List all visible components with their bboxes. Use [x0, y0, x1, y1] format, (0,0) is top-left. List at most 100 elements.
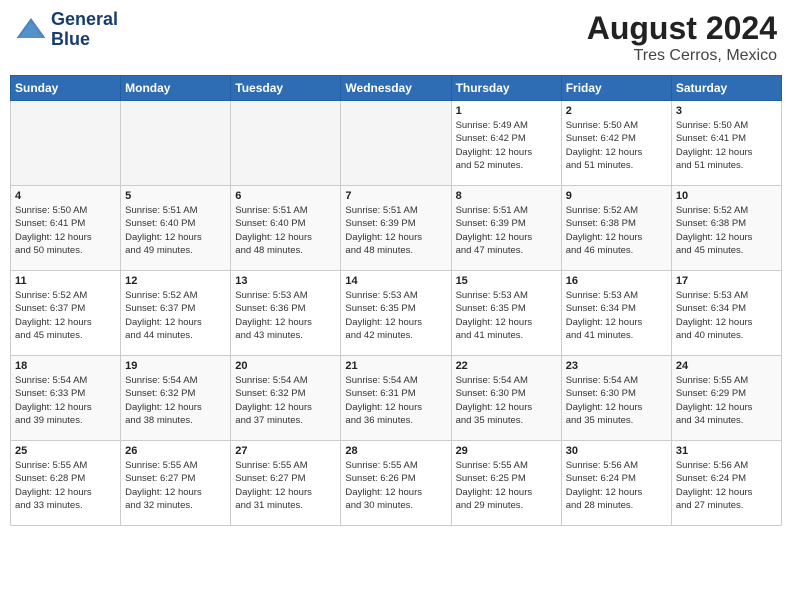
day-info: Sunrise: 5:51 AM Sunset: 6:39 PM Dayligh…	[456, 204, 557, 257]
day-info: Sunrise: 5:52 AM Sunset: 6:37 PM Dayligh…	[15, 289, 116, 342]
day-number: 17	[676, 275, 777, 287]
calendar-day-18: 18Sunrise: 5:54 AM Sunset: 6:33 PM Dayli…	[11, 356, 121, 441]
day-info: Sunrise: 5:49 AM Sunset: 6:42 PM Dayligh…	[456, 119, 557, 172]
day-number: 19	[125, 360, 226, 372]
day-info: Sunrise: 5:50 AM Sunset: 6:42 PM Dayligh…	[566, 119, 667, 172]
day-info: Sunrise: 5:54 AM Sunset: 6:30 PM Dayligh…	[456, 374, 557, 427]
day-number: 7	[345, 190, 446, 202]
day-info: Sunrise: 5:52 AM Sunset: 6:38 PM Dayligh…	[566, 204, 667, 257]
day-info: Sunrise: 5:53 AM Sunset: 6:34 PM Dayligh…	[676, 289, 777, 342]
calendar-day-7: 7 Sunrise: 5:51 AM Sunset: 6:39 PM Daylig…	[341, 186, 451, 271]
day-number: 3	[676, 105, 777, 117]
day-number: 6	[235, 190, 336, 202]
calendar-day-1: 1 Sunrise: 5:49 AM Sunset: 6:42 PM Daylig…	[451, 101, 561, 186]
day-number: 30	[566, 445, 667, 457]
weekday-header-tuesday: Tuesday	[231, 76, 341, 101]
logo-icon	[15, 14, 47, 46]
day-number: 1	[456, 105, 557, 117]
weekday-header-monday: Monday	[121, 76, 231, 101]
day-number: 23	[566, 360, 667, 372]
day-number: 15	[456, 275, 557, 287]
day-number: 21	[345, 360, 446, 372]
logo-text: General Blue	[51, 10, 118, 50]
day-info: Sunrise: 5:52 AM Sunset: 6:37 PM Dayligh…	[125, 289, 226, 342]
day-info: Sunrise: 5:55 AM Sunset: 6:27 PM Dayligh…	[125, 459, 226, 512]
calendar-week-row: 4 Sunrise: 5:50 AM Sunset: 6:41 PM Daylig…	[11, 186, 782, 271]
day-number: 16	[566, 275, 667, 287]
day-info: Sunrise: 5:50 AM Sunset: 6:41 PM Dayligh…	[15, 204, 116, 257]
calendar-day-22: 22 Sunrise: 5:54 AM Sunset: 6:30 PM Dayli…	[451, 356, 561, 441]
day-info: Sunrise: 5:53 AM Sunset: 6:35 PM Dayligh…	[345, 289, 446, 342]
day-number: 14	[345, 275, 446, 287]
day-info: Sunrise: 5:54 AM Sunset: 6:32 PM Dayligh…	[125, 374, 226, 427]
day-info: Sunrise: 5:56 AM Sunset: 6:24 PM Dayligh…	[566, 459, 667, 512]
calendar-day-26: 26 Sunrise: 5:55 AM Sunset: 6:27 PM Dayli…	[121, 441, 231, 526]
calendar-day-25: 25 Sunrise: 5:55 AM Sunset: 6:28 PM Dayli…	[11, 441, 121, 526]
day-number: 22	[456, 360, 557, 372]
day-number: 13	[235, 275, 336, 287]
day-info: Sunrise: 5:55 AM Sunset: 6:28 PM Dayligh…	[15, 459, 116, 512]
day-number: 31	[676, 445, 777, 457]
calendar-week-row: 18Sunrise: 5:54 AM Sunset: 6:33 PM Dayli…	[11, 356, 782, 441]
day-info: Sunrise: 5:54 AM Sunset: 6:33 PM Dayligh…	[15, 374, 116, 427]
calendar-day-21: 21 Sunrise: 5:54 AM Sunset: 6:31 PM Dayli…	[341, 356, 451, 441]
weekday-header-friday: Friday	[561, 76, 671, 101]
calendar-day-31: 31 Sunrise: 5:56 AM Sunset: 6:24 PM Dayli…	[671, 441, 781, 526]
day-number: 12	[125, 275, 226, 287]
calendar-day-12: 12 Sunrise: 5:52 AM Sunset: 6:37 PM Dayli…	[121, 271, 231, 356]
day-info: Sunrise: 5:51 AM Sunset: 6:39 PM Dayligh…	[345, 204, 446, 257]
weekday-header-saturday: Saturday	[671, 76, 781, 101]
calendar-day-11: 11Sunrise: 5:52 AM Sunset: 6:37 PM Dayli…	[11, 271, 121, 356]
day-number: 25	[15, 445, 116, 457]
calendar-day-3: 3Sunrise: 5:50 AM Sunset: 6:41 PM Daylig…	[671, 101, 781, 186]
day-number: 5	[125, 190, 226, 202]
day-number: 24	[676, 360, 777, 372]
calendar-week-row: 11Sunrise: 5:52 AM Sunset: 6:37 PM Dayli…	[11, 271, 782, 356]
day-info: Sunrise: 5:56 AM Sunset: 6:24 PM Dayligh…	[676, 459, 777, 512]
day-number: 27	[235, 445, 336, 457]
calendar-day-23: 23 Sunrise: 5:54 AM Sunset: 6:30 PM Dayli…	[561, 356, 671, 441]
calendar-day-28: 28 Sunrise: 5:55 AM Sunset: 6:26 PM Dayli…	[341, 441, 451, 526]
weekday-header-wednesday: Wednesday	[341, 76, 451, 101]
calendar-week-row: 25 Sunrise: 5:55 AM Sunset: 6:28 PM Dayli…	[11, 441, 782, 526]
calendar-day-6: 6Sunrise: 5:51 AM Sunset: 6:40 PM Daylig…	[231, 186, 341, 271]
calendar-day-27: 27 Sunrise: 5:55 AM Sunset: 6:27 PM Dayli…	[231, 441, 341, 526]
calendar-day-empty	[121, 101, 231, 186]
day-info: Sunrise: 5:55 AM Sunset: 6:27 PM Dayligh…	[235, 459, 336, 512]
day-info: Sunrise: 5:54 AM Sunset: 6:31 PM Dayligh…	[345, 374, 446, 427]
calendar-day-20: 20 Sunrise: 5:54 AM Sunset: 6:32 PM Dayli…	[231, 356, 341, 441]
calendar-day-empty	[11, 101, 121, 186]
day-info: Sunrise: 5:53 AM Sunset: 6:35 PM Dayligh…	[456, 289, 557, 342]
calendar-day-8: 8Sunrise: 5:51 AM Sunset: 6:39 PM Daylig…	[451, 186, 561, 271]
title-block: August 2024 Tres Cerros, Mexico	[587, 10, 777, 65]
day-info: Sunrise: 5:53 AM Sunset: 6:36 PM Dayligh…	[235, 289, 336, 342]
calendar-day-14: 14 Sunrise: 5:53 AM Sunset: 6:35 PM Dayli…	[341, 271, 451, 356]
day-number: 26	[125, 445, 226, 457]
day-info: Sunrise: 5:52 AM Sunset: 6:38 PM Dayligh…	[676, 204, 777, 257]
day-number: 29	[456, 445, 557, 457]
calendar-day-19: 19 Sunrise: 5:54 AM Sunset: 6:32 PM Dayli…	[121, 356, 231, 441]
day-number: 4	[15, 190, 116, 202]
calendar-day-5: 5 Sunrise: 5:51 AM Sunset: 6:40 PM Daylig…	[121, 186, 231, 271]
calendar-day-13: 13 Sunrise: 5:53 AM Sunset: 6:36 PM Dayli…	[231, 271, 341, 356]
day-info: Sunrise: 5:54 AM Sunset: 6:32 PM Dayligh…	[235, 374, 336, 427]
day-info: Sunrise: 5:55 AM Sunset: 6:25 PM Dayligh…	[456, 459, 557, 512]
calendar-day-empty	[231, 101, 341, 186]
calendar-day-15: 15 Sunrise: 5:53 AM Sunset: 6:35 PM Dayli…	[451, 271, 561, 356]
day-number: 2	[566, 105, 667, 117]
day-info: Sunrise: 5:55 AM Sunset: 6:26 PM Dayligh…	[345, 459, 446, 512]
day-number: 9	[566, 190, 667, 202]
calendar-day-29: 29 Sunrise: 5:55 AM Sunset: 6:25 PM Dayli…	[451, 441, 561, 526]
day-info: Sunrise: 5:55 AM Sunset: 6:29 PM Dayligh…	[676, 374, 777, 427]
weekday-header-thursday: Thursday	[451, 76, 561, 101]
day-info: Sunrise: 5:54 AM Sunset: 6:30 PM Dayligh…	[566, 374, 667, 427]
location: Tres Cerros, Mexico	[587, 47, 777, 65]
weekday-header-row: SundayMondayTuesdayWednesdayThursdayFrid…	[11, 76, 782, 101]
day-info: Sunrise: 5:51 AM Sunset: 6:40 PM Dayligh…	[125, 204, 226, 257]
calendar-day-4: 4 Sunrise: 5:50 AM Sunset: 6:41 PM Daylig…	[11, 186, 121, 271]
calendar-day-10: 10Sunrise: 5:52 AM Sunset: 6:38 PM Dayli…	[671, 186, 781, 271]
calendar-table: SundayMondayTuesdayWednesdayThursdayFrid…	[10, 75, 782, 526]
day-number: 28	[345, 445, 446, 457]
calendar-day-24: 24 Sunrise: 5:55 AM Sunset: 6:29 PM Dayli…	[671, 356, 781, 441]
day-number: 20	[235, 360, 336, 372]
